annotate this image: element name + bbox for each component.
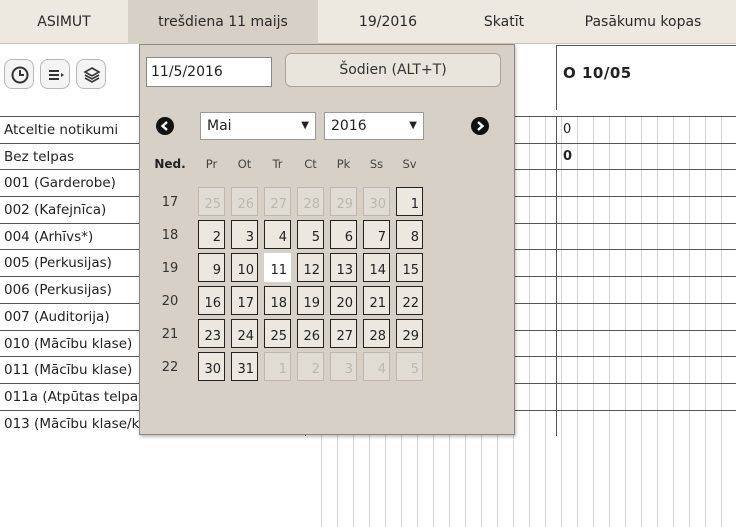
day-cell[interactable] — [556, 222, 736, 250]
day-cell[interactable]: 0 — [556, 116, 736, 143]
calendar-day-cell[interactable]: 3 — [231, 220, 258, 249]
weekday-header: Sv — [402, 157, 417, 171]
calendar-day-cell[interactable]: 10 — [231, 253, 258, 282]
calendar-day-cell[interactable]: 27 — [264, 187, 291, 216]
calendar-day-cell[interactable]: 29 — [396, 319, 423, 348]
calendar-day-cell[interactable]: 26 — [297, 319, 324, 348]
weekday-header: Pk — [336, 157, 351, 171]
dropdown-arrow-icon: ▼ — [409, 120, 417, 131]
calendar-day-cell[interactable]: 2 — [198, 220, 225, 249]
day-cell[interactable] — [556, 356, 736, 383]
calendar-day-cell[interactable]: 22 — [396, 286, 423, 315]
date-picker-popup: 11/5/2016 Šodien (ALT+T) Mai ▼ 2016 ▼ Ne… — [139, 44, 515, 435]
next-month-button[interactable] — [471, 117, 489, 135]
week-number: 19 — [161, 261, 179, 276]
calendar-day-cell[interactable]: 12 — [297, 253, 324, 282]
calendar-day-cell[interactable]: 11 — [264, 253, 291, 282]
day-cell[interactable] — [556, 169, 736, 197]
calendar-day-cell[interactable]: 8 — [396, 220, 423, 249]
calendar-day-cell[interactable]: 28 — [363, 319, 390, 348]
menu-event-sets[interactable]: Pasākumu kopas — [550, 0, 736, 44]
week-number: 21 — [161, 327, 179, 342]
calendar-day-cell[interactable]: 6 — [330, 220, 357, 249]
day-cell[interactable] — [556, 249, 736, 277]
calendar-day-cell[interactable]: 14 — [363, 253, 390, 282]
top-menu-bar: ASIMUT trešdiena 11 maijs 19/2016 Skatīt… — [0, 0, 736, 44]
day-cell[interactable] — [556, 329, 736, 357]
week-number: 22 — [161, 360, 179, 375]
layers-icon — [83, 67, 101, 83]
week-number: 18 — [161, 228, 179, 243]
list-icon — [49, 70, 64, 80]
calendar-day-cell[interactable]: 25 — [198, 187, 225, 216]
calendar-day-cell[interactable]: 27 — [330, 319, 357, 348]
chevron-left-icon — [160, 121, 168, 131]
menu-date[interactable]: trešdiena 11 maijs — [128, 0, 318, 44]
calendar-day-cell[interactable]: 30 — [363, 187, 390, 216]
calendar-day-cell[interactable]: 2 — [297, 352, 324, 381]
year-select-value: 2016 — [331, 118, 367, 134]
day-cell[interactable]: 0 — [556, 142, 736, 170]
calendar-day-cell[interactable]: 20 — [330, 286, 357, 315]
calendar-day-cell[interactable]: 28 — [297, 187, 324, 216]
calendar-day-cell[interactable]: 1 — [396, 187, 423, 216]
day-column-header[interactable]: O 10/05 — [556, 45, 736, 110]
day-cell[interactable] — [556, 382, 736, 410]
calendar-day-cell[interactable]: 21 — [363, 286, 390, 315]
clock-button[interactable] — [4, 59, 34, 89]
weekday-header: Ct — [304, 157, 317, 171]
list-button[interactable] — [40, 59, 70, 89]
menu-view[interactable]: Skatīt — [458, 0, 550, 44]
calendar-day-cell[interactable]: 7 — [363, 220, 390, 249]
today-button[interactable]: Šodien (ALT+T) — [285, 53, 501, 87]
calendar-day-cell[interactable]: 13 — [330, 253, 357, 282]
calendar-day-cell[interactable]: 1 — [264, 352, 291, 381]
calendar-day-cell[interactable]: 26 — [231, 187, 258, 216]
toolbar — [0, 45, 140, 115]
weekday-header: Ot — [237, 157, 252, 171]
prev-month-button[interactable] — [156, 117, 174, 135]
month-select-value: Mai — [207, 118, 232, 134]
week-number: 17 — [161, 195, 179, 210]
calendar-day-cell[interactable]: 5 — [396, 352, 423, 381]
chevron-right-icon — [477, 121, 485, 131]
calendar-day-cell[interactable]: 29 — [330, 187, 357, 216]
menu-asimut[interactable]: ASIMUT — [0, 0, 128, 44]
calendar-day-cell[interactable]: 23 — [198, 319, 225, 348]
day-cell[interactable] — [556, 409, 736, 437]
month-select[interactable]: Mai ▼ — [200, 112, 316, 140]
calendar-day-cell[interactable]: 3 — [330, 352, 357, 381]
layers-button[interactable] — [76, 59, 106, 89]
week-number: 20 — [161, 294, 179, 309]
calendar-day-cell[interactable]: 5 — [297, 220, 324, 249]
clock-icon — [11, 66, 29, 84]
date-input[interactable]: 11/5/2016 — [146, 57, 272, 87]
calendar-day-cell[interactable]: 4 — [363, 352, 390, 381]
calendar-day-cell[interactable]: 17 — [231, 286, 258, 315]
calendar-day-cell[interactable]: 30 — [198, 352, 225, 381]
calendar-day-cell[interactable]: 4 — [264, 220, 291, 249]
calendar-day-cell[interactable]: 18 — [264, 286, 291, 315]
day-cell[interactable] — [556, 276, 736, 303]
day-cell[interactable] — [556, 196, 736, 223]
year-select[interactable]: 2016 ▼ — [324, 112, 424, 140]
calendar-day-cell[interactable]: 31 — [231, 352, 258, 381]
day-cell[interactable] — [556, 302, 736, 330]
weekday-header: Ss — [369, 157, 384, 171]
weekday-header: Pr — [205, 157, 218, 171]
day-column: 00 — [556, 116, 736, 437]
weekday-header: Tr — [272, 157, 283, 171]
calendar-day-cell[interactable]: 25 — [264, 319, 291, 348]
calendar-day-cell[interactable]: 15 — [396, 253, 423, 282]
day-header-label: O 10/05 — [563, 64, 632, 82]
week-number-header: Ned. — [154, 157, 186, 171]
calendar-day-cell[interactable]: 16 — [198, 286, 225, 315]
menu-week[interactable]: 19/2016 — [318, 0, 458, 44]
dropdown-arrow-icon: ▼ — [301, 120, 309, 131]
calendar-day-cell[interactable]: 9 — [198, 253, 225, 282]
calendar-day-cell[interactable]: 19 — [297, 286, 324, 315]
calendar-day-cell[interactable]: 24 — [231, 319, 258, 348]
